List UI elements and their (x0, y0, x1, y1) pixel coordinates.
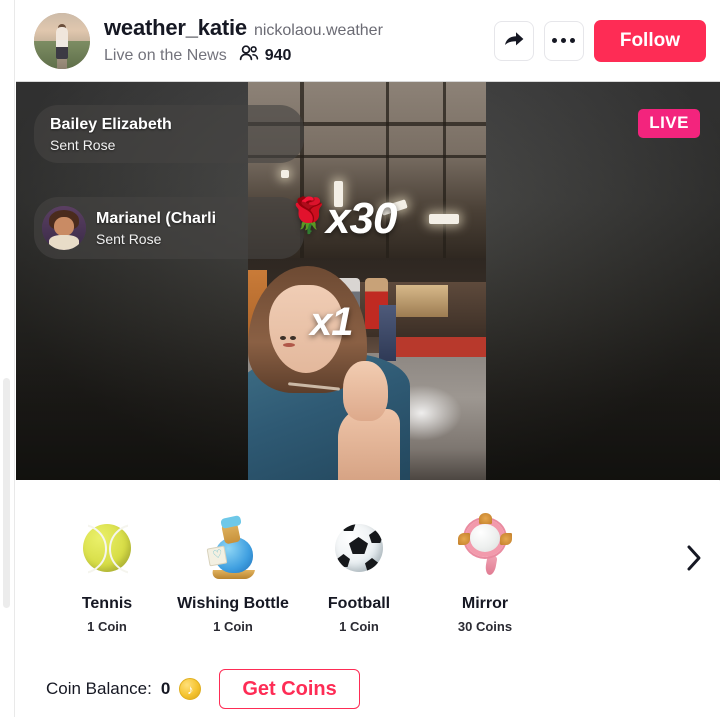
chevron-right-icon (685, 543, 703, 578)
creator-meta: Live on the News 940 (104, 44, 494, 67)
gift-price: 30 Coins (457, 619, 513, 634)
gift-item-wishing-bottle[interactable]: ♡ Wishing Bottle 1 Coin (170, 510, 296, 634)
viewer-count-group: 940 (239, 44, 292, 67)
gift-price: 1 Coin (87, 619, 127, 634)
coin-balance-label: Coin Balance: (46, 679, 152, 698)
tiktok-coin-icon: ♪ (179, 678, 202, 700)
gift-panel: Tennis 1 Coin ♡ Wishing Bottle 1 Coin Fo… (16, 481, 720, 661)
coin-balance-bar: Coin Balance: 0 ♪ Get Coins (16, 661, 720, 717)
creator-names: weather_katie nickolaou.weather (104, 15, 494, 41)
more-options-button[interactable] (543, 20, 584, 61)
viewers-count: 940 (264, 46, 292, 64)
rose-gift-icon: 🌹 (287, 197, 330, 235)
avatar[interactable] (34, 12, 90, 69)
live-badge: LIVE (638, 109, 700, 138)
gift-multiplier-top: x30 (326, 194, 397, 243)
live-topic: Live on the News (104, 46, 227, 64)
get-coins-button[interactable]: Get Coins (219, 669, 360, 709)
gift-multiplier-bottom: x1 (310, 300, 353, 344)
chat-message[interactable]: Marianel (Charli Sent Rose 🌹 (34, 197, 330, 259)
wishing-bottle-icon: ♡ (170, 510, 296, 586)
avatar-person-body (56, 27, 68, 60)
tiktok-live-gift-panel: weather_katie nickolaou.weather Live on … (0, 0, 720, 717)
live-video-stage[interactable]: x30 x1 LIVE Bailey Elizabeth Sent Rose M… (16, 81, 720, 480)
chat-sender-name: Marianel (Charli (96, 209, 217, 227)
gift-carousel-next-button[interactable] (668, 543, 720, 578)
chat-message[interactable]: Bailey Elizabeth Sent Rose (34, 105, 304, 163)
hand-mirror-icon (422, 510, 548, 586)
coin-balance-group: Coin Balance: 0 ♪ (46, 678, 202, 700)
streamer-eye-right (290, 335, 297, 340)
tennis-ball-icon (44, 510, 170, 586)
chat-message-body: Sent Rose (50, 136, 116, 153)
streamer-mouth (283, 343, 296, 348)
page-frame-left-rule (14, 0, 15, 717)
gift-name: Football (327, 595, 391, 612)
gift-list: Tennis 1 Coin ♡ Wishing Bottle 1 Coin Fo… (16, 481, 668, 634)
soccer-ball-icon (296, 510, 422, 586)
gift-price: 1 Coin (339, 619, 379, 634)
user-handle: nickolaou.weather (253, 21, 383, 39)
chat-sender-avatar (42, 206, 86, 250)
gift-item-mirror[interactable]: Mirror 30 Coins (422, 510, 548, 634)
live-header: weather_katie nickolaou.weather Live on … (16, 0, 720, 81)
chat-message-text: Bailey Elizabeth Sent Rose (50, 116, 172, 153)
studio-monitor (395, 285, 448, 318)
chat-sender-name: Bailey Elizabeth (50, 115, 172, 133)
chat-message-body: Sent Rose (96, 230, 162, 247)
page-scrollbar[interactable] (3, 378, 10, 608)
gift-item-tennis[interactable]: Tennis 1 Coin (44, 510, 170, 634)
gift-item-football[interactable]: Football 1 Coin (296, 510, 422, 634)
viewers-icon (239, 44, 259, 67)
username: weather_katie (104, 14, 247, 40)
coin-balance-value: 0 (160, 679, 171, 698)
creator-identity: weather_katie nickolaou.weather Live on … (104, 15, 494, 67)
streamer-eye-left (280, 335, 287, 340)
follow-button[interactable]: Follow (593, 19, 706, 62)
studio-blue-post (378, 305, 396, 362)
gift-name: Wishing Bottle (177, 595, 289, 612)
live-chat-feed: Bailey Elizabeth Sent Rose Marianel (Cha… (34, 105, 330, 293)
gift-name: Mirror (461, 595, 509, 612)
gift-name: Tennis (81, 595, 133, 612)
share-button[interactable] (493, 20, 534, 61)
chat-message-text: Marianel (Charli Sent Rose (96, 210, 216, 247)
share-icon (503, 28, 525, 53)
gift-price: 1 Coin (213, 619, 253, 634)
more-options-icon (552, 38, 576, 43)
header-actions: Follow (493, 19, 706, 62)
streamer-hand (343, 361, 389, 422)
